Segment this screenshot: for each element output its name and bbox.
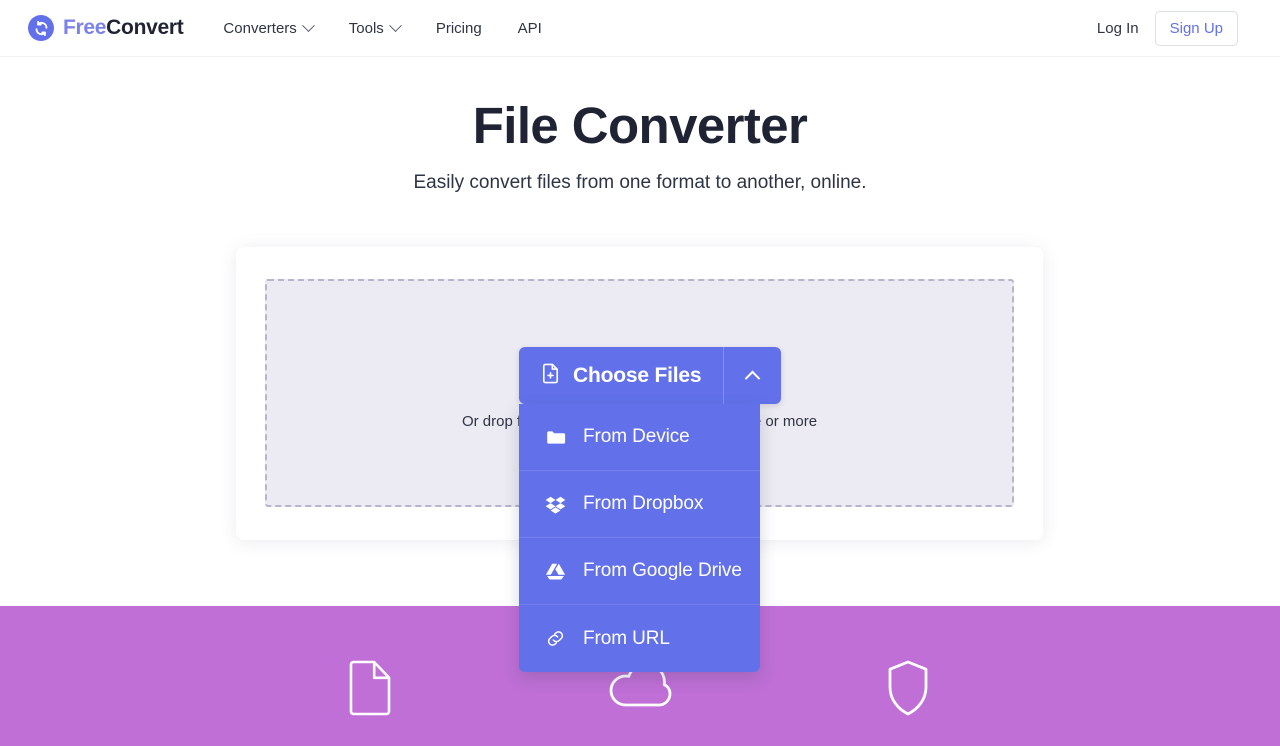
nav-item-tools-label: Tools	[348, 19, 384, 37]
dropbox-icon	[544, 493, 566, 515]
login-link[interactable]: Log In	[1097, 20, 1139, 37]
chevron-down-icon	[301, 18, 315, 32]
main-nav: Converters Tools Pricing API	[223, 12, 559, 45]
file-plus-icon	[539, 362, 562, 390]
file-source-dropdown: From Device From Dropbox From Google Dri…	[519, 404, 760, 672]
shield-icon	[886, 660, 930, 721]
choose-files-label: Choose Files	[573, 363, 702, 387]
menu-item-from-device-label: From Device	[583, 426, 690, 447]
nav-item-converters-label: Converters	[223, 19, 297, 37]
site-header: FreeConvert Converters Tools Pricing API…	[0, 0, 1280, 57]
nav-item-tools[interactable]: Tools	[331, 12, 418, 45]
menu-item-from-url-label: From URL	[583, 627, 670, 649]
menu-item-from-device[interactable]: From Device	[519, 404, 760, 471]
convert-circle-icon	[28, 15, 54, 41]
menu-item-from-dropbox-label: From Dropbox	[583, 493, 704, 514]
folder-icon	[544, 426, 566, 448]
chevron-up-icon	[745, 370, 761, 387]
choose-files-toggle[interactable]	[723, 347, 781, 404]
nav-item-pricing[interactable]: Pricing	[418, 12, 500, 45]
choose-files-button[interactable]: Choose Files	[519, 347, 723, 404]
chevron-down-icon	[388, 18, 402, 32]
logo-text-convert: Convert	[106, 16, 184, 39]
nav-item-api[interactable]: API	[500, 12, 560, 45]
feature-shield	[848, 660, 968, 721]
choose-files-control: Choose Files	[519, 347, 782, 404]
page-subtitle: Easily convert files from one format to …	[413, 171, 867, 193]
nav-item-converters[interactable]: Converters	[223, 12, 330, 45]
nav-item-pricing-label: Pricing	[435, 19, 482, 37]
hero-section: File Converter Easily convert files from…	[0, 57, 1280, 194]
feature-document	[310, 660, 430, 721]
signup-button[interactable]: Sign Up	[1154, 10, 1238, 46]
nav-item-api-label: API	[517, 19, 542, 37]
link-icon	[544, 628, 566, 650]
logo-text-free: Free	[63, 16, 107, 39]
header-actions: Log In Sign Up	[1097, 10, 1238, 46]
menu-item-from-google-drive-label: From Google Drive	[583, 560, 742, 581]
choose-files-button-group: Choose Files	[519, 347, 782, 404]
menu-item-from-dropbox[interactable]: From Dropbox	[519, 471, 760, 538]
document-icon	[347, 660, 393, 721]
menu-item-from-google-drive[interactable]: From Google Drive	[519, 538, 760, 605]
google-drive-icon	[544, 560, 566, 582]
logo-text: FreeConvert	[63, 16, 184, 40]
menu-item-from-url[interactable]: From URL	[519, 605, 760, 672]
logo[interactable]: FreeConvert	[28, 15, 184, 41]
page-title: File Converter	[472, 97, 808, 154]
